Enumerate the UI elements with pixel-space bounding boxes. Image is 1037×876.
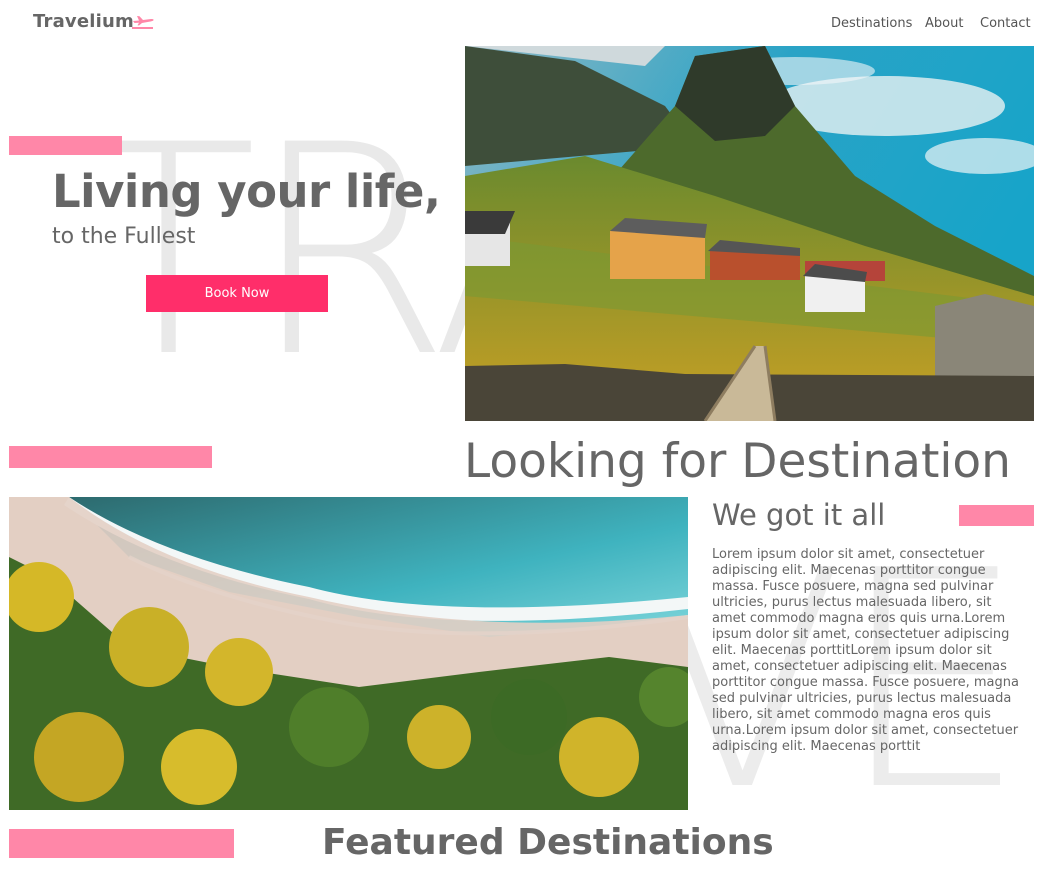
tropical-beach-image xyxy=(9,497,688,810)
nav-link-contact[interactable]: Contact xyxy=(980,16,1031,31)
hero-title: Living your life, xyxy=(52,165,441,218)
nav-link-destinations[interactable]: Destinations xyxy=(831,16,912,31)
plane-takeoff-icon xyxy=(132,16,154,29)
book-now-button[interactable]: Book Now xyxy=(146,275,328,312)
accent-bar xyxy=(9,829,234,858)
section-heading: Looking for Destination xyxy=(464,434,1011,489)
featured-heading: Featured Destinations xyxy=(322,822,774,863)
section-subheading: We got it all xyxy=(712,498,886,532)
accent-bar xyxy=(9,446,212,468)
logo-text[interactable]: Travelium xyxy=(33,11,134,32)
mountain-village-image xyxy=(465,46,1034,421)
section-paragraph: Lorem ipsum dolor sit amet, consectetuer… xyxy=(712,547,1019,754)
hero-subtitle: to the Fullest xyxy=(52,224,196,249)
nav-link-about[interactable]: About xyxy=(925,16,963,31)
accent-bar xyxy=(9,136,122,155)
accent-bar xyxy=(959,505,1034,526)
